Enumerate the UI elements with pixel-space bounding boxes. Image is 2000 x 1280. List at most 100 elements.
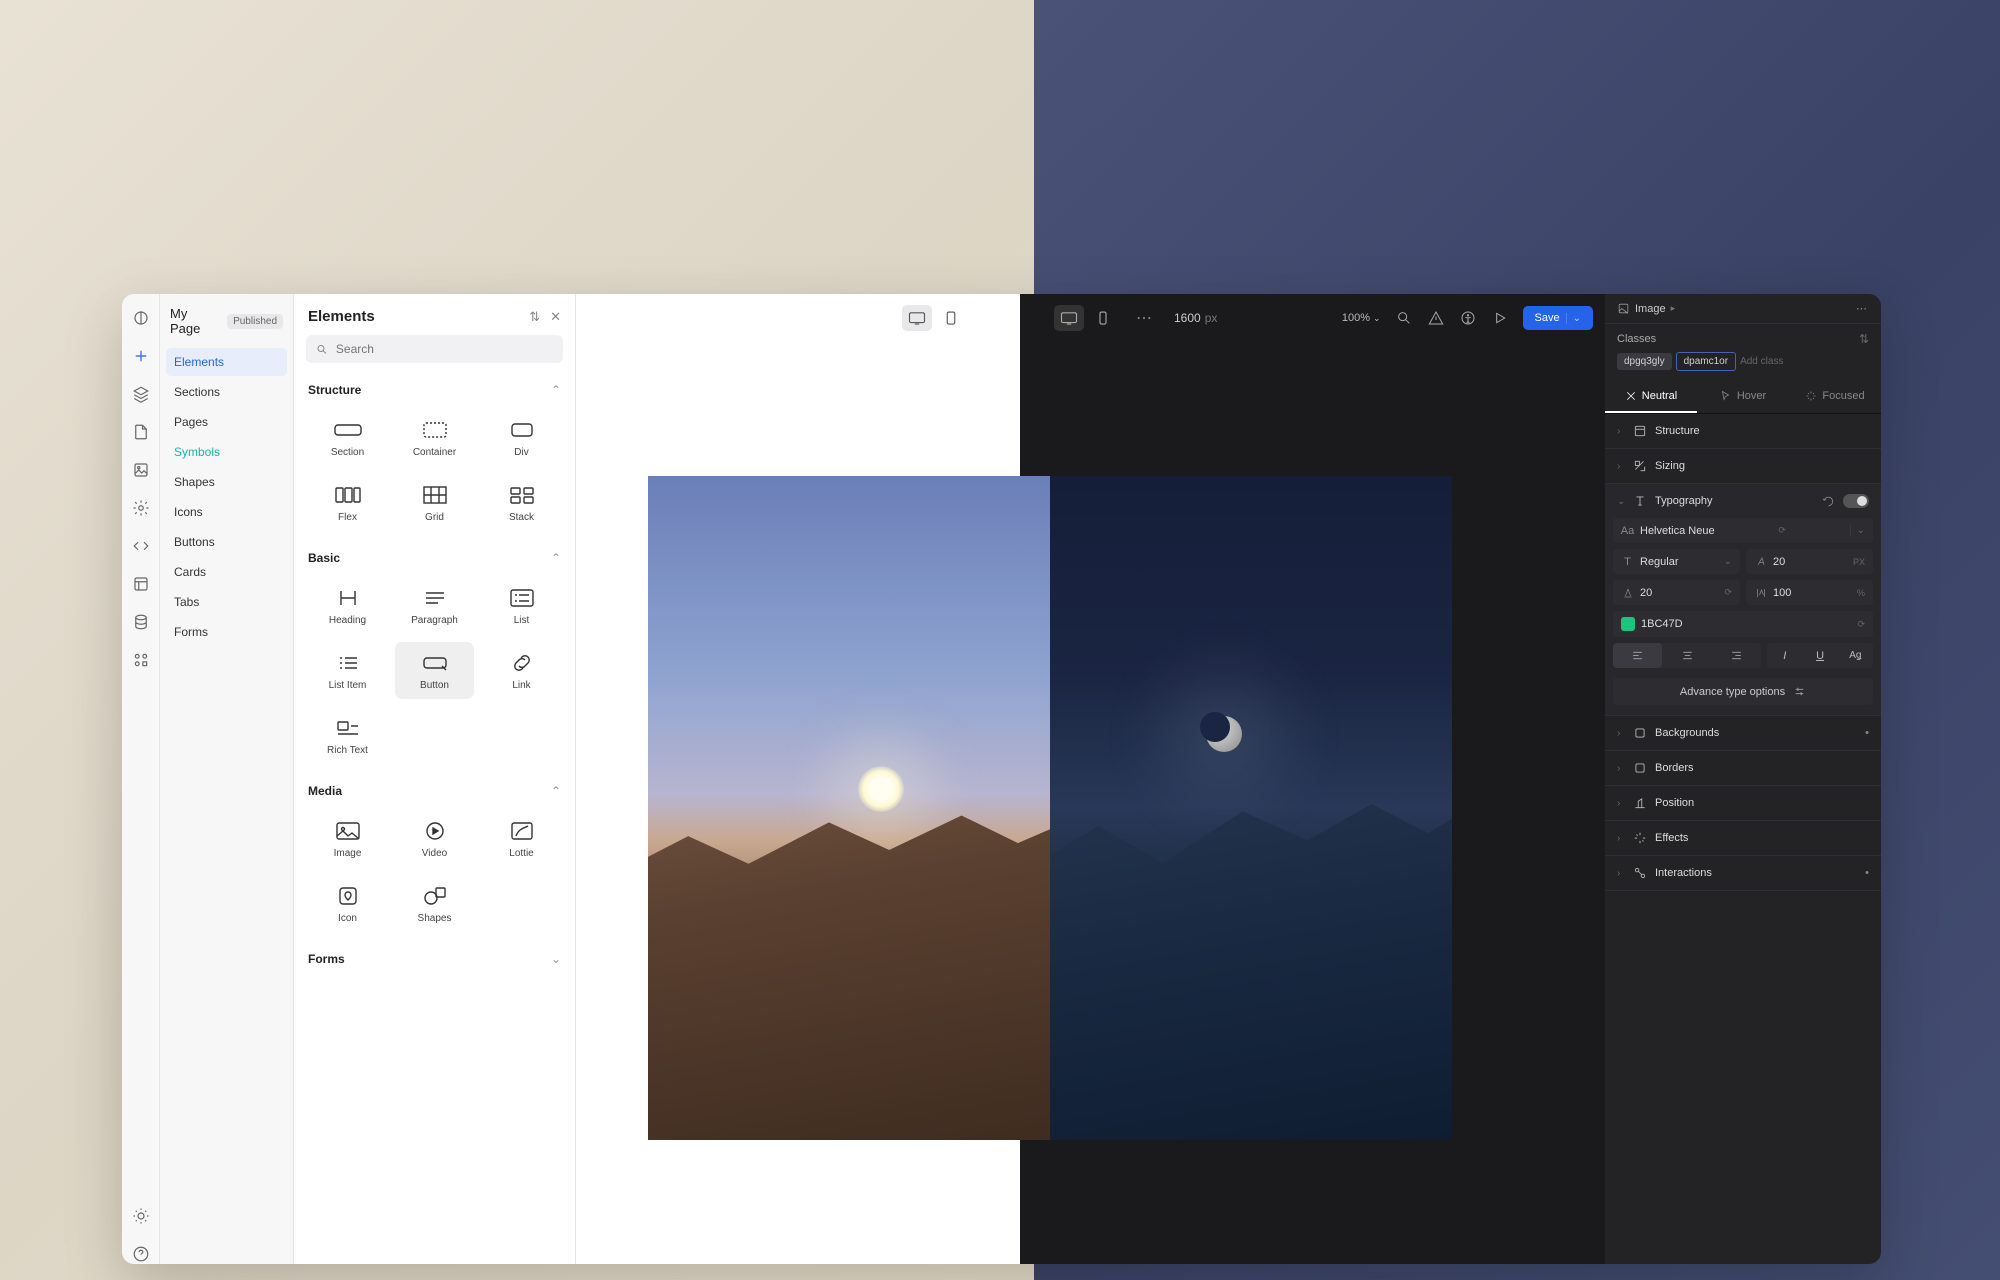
section-borders[interactable]: ›Borders [1605, 751, 1881, 786]
tile-icon[interactable]: Icon [308, 875, 387, 932]
add-class-input[interactable]: Add class [1740, 356, 1783, 367]
component-icon[interactable] [131, 650, 151, 670]
category-structure-header[interactable]: Structure ⌃ [294, 373, 575, 403]
category-basic-header[interactable]: Basic ⌃ [294, 541, 575, 571]
underline-button[interactable]: U [1802, 643, 1837, 668]
layout-icon[interactable] [131, 574, 151, 594]
section-sizing[interactable]: ›Sizing [1605, 449, 1881, 484]
reset-icon[interactable] [1822, 495, 1835, 508]
align-left-button[interactable] [1613, 643, 1662, 668]
align-center-button[interactable] [1662, 643, 1711, 668]
tile-section[interactable]: Section [308, 409, 387, 466]
sort-icon[interactable]: ⇅ [1859, 332, 1869, 346]
state-tab-focused[interactable]: Focused [1789, 381, 1881, 413]
section-structure[interactable]: ›Structure [1605, 414, 1881, 449]
search-field[interactable] [336, 342, 553, 356]
more-devices-icon[interactable]: ⋯ [1136, 308, 1154, 328]
class-tag[interactable]: dpgq3gly [1617, 353, 1672, 370]
tile-heading[interactable]: Heading [308, 577, 387, 634]
canvas-width[interactable]: 1600px [1174, 311, 1217, 325]
section-typography-header[interactable]: ⌄ Typography [1605, 484, 1881, 518]
case-button[interactable]: Aǥ [1838, 643, 1873, 668]
tile-flex[interactable]: Flex [308, 474, 387, 531]
section-interactions[interactable]: ›Interactions• [1605, 856, 1881, 891]
nav-item-icons[interactable]: Icons [166, 498, 287, 526]
refresh-icon[interactable]: ⟳ [1778, 525, 1786, 536]
tile-list-item[interactable]: List Item [308, 642, 387, 699]
advance-type-button[interactable]: Advance type options [1613, 678, 1873, 705]
zoom-level[interactable]: 100% ⌄ [1342, 312, 1381, 324]
font-family-field[interactable]: Aa Helvetica Neue ⟳ ⌄ [1613, 518, 1873, 543]
accessibility-icon[interactable] [1459, 309, 1477, 327]
device-tablet-light[interactable] [936, 305, 966, 331]
tile-div[interactable]: Div [482, 409, 561, 466]
nav-item-symbols[interactable]: Symbols [166, 438, 287, 466]
canvas[interactable]: ⋯ 1600px 100% ⌄ Save⌄ [576, 294, 1605, 1264]
class-tag[interactable]: dpamc1or [1676, 352, 1736, 371]
tile-rich-text[interactable]: Rich Text [308, 707, 387, 764]
tile-link[interactable]: Link [482, 642, 561, 699]
chevron-down-icon[interactable]: ⌄ [1566, 313, 1581, 324]
artwork[interactable] [648, 476, 1452, 1140]
category-media-header[interactable]: Media ⌃ [294, 774, 575, 804]
canvas-body[interactable] [576, 342, 1605, 1264]
tile-grid[interactable]: Grid [395, 474, 474, 531]
code-icon[interactable] [131, 536, 151, 556]
line-height-field[interactable]: 20 ⟳ [1613, 580, 1740, 605]
category-forms-header[interactable]: Forms ⌄ [294, 942, 575, 972]
italic-button[interactable]: I [1767, 643, 1802, 668]
toggle-switch[interactable] [1843, 494, 1869, 508]
tile-image[interactable]: Image [308, 810, 387, 867]
breadcrumb[interactable]: Image ▸ [1617, 302, 1675, 315]
text-color-field[interactable]: 1BC47D ⟳ [1613, 611, 1873, 637]
align-right-button[interactable] [1712, 643, 1761, 668]
section-backgrounds[interactable]: ›Backgrounds• [1605, 716, 1881, 751]
letter-spacing-field[interactable]: 100 % [1746, 580, 1873, 605]
chevron-down-icon[interactable]: ⌄ [1850, 525, 1865, 536]
sort-icon[interactable]: ⇅ [529, 309, 540, 325]
more-icon[interactable]: ⋯ [1856, 302, 1869, 315]
tile-video[interactable]: Video [395, 810, 474, 867]
device-mobile-dark[interactable] [1088, 305, 1118, 331]
tile-paragraph[interactable]: Paragraph [395, 577, 474, 634]
warnings-icon[interactable] [1427, 309, 1445, 327]
save-button[interactable]: Save⌄ [1523, 306, 1593, 330]
nav-item-buttons[interactable]: Buttons [166, 528, 287, 556]
tile-shapes[interactable]: Shapes [395, 875, 474, 932]
tile-stack[interactable]: Stack [482, 474, 561, 531]
refresh-icon[interactable]: ⟳ [1857, 619, 1865, 630]
logo-icon[interactable] [131, 308, 151, 328]
theme-icon[interactable] [131, 1206, 151, 1226]
nav-item-sections[interactable]: Sections [166, 378, 287, 406]
state-tab-hover[interactable]: Hover [1697, 381, 1789, 413]
help-icon[interactable] [131, 1244, 151, 1264]
tile-button[interactable]: Button [395, 642, 474, 699]
tile-container[interactable]: Container [395, 409, 474, 466]
section-effects[interactable]: ›Effects [1605, 821, 1881, 856]
font-size-field[interactable]: 20 PX [1746, 549, 1873, 574]
search-canvas-icon[interactable] [1395, 309, 1413, 327]
nav-item-tabs[interactable]: Tabs [166, 588, 287, 616]
nav-item-forms[interactable]: Forms [166, 618, 287, 646]
nav-item-shapes[interactable]: Shapes [166, 468, 287, 496]
preview-icon[interactable] [1491, 309, 1509, 327]
device-desktop-light[interactable] [902, 305, 932, 331]
tile-lottie[interactable]: Lottie [482, 810, 561, 867]
nav-item-pages[interactable]: Pages [166, 408, 287, 436]
font-weight-field[interactable]: T Regular ⌄ [1613, 549, 1740, 574]
section-position[interactable]: ›Position [1605, 786, 1881, 821]
refresh-icon[interactable]: ⟳ [1724, 587, 1732, 598]
database-icon[interactable] [131, 612, 151, 632]
search-input[interactable] [306, 335, 563, 363]
add-icon[interactable] [131, 346, 151, 366]
nav-item-elements[interactable]: Elements [166, 348, 287, 376]
close-icon[interactable]: ✕ [550, 309, 561, 325]
settings-icon[interactable] [131, 498, 151, 518]
nav-item-cards[interactable]: Cards [166, 558, 287, 586]
image-icon[interactable] [131, 460, 151, 480]
device-desktop-dark[interactable] [1054, 305, 1084, 331]
page-icon[interactable] [131, 422, 151, 442]
state-tab-neutral[interactable]: Neutral [1605, 381, 1697, 413]
tile-list[interactable]: List [482, 577, 561, 634]
layers-icon[interactable] [131, 384, 151, 404]
